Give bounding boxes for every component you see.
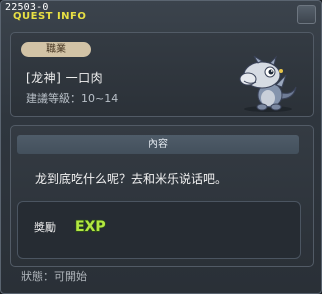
quest-level: 建議等級：10~14	[26, 92, 119, 105]
window-title: QUEST INFO	[13, 11, 87, 22]
exp-label: EXP	[75, 219, 106, 234]
quest-info-window: 22503-0 QUEST INFO 職業 [龙神] 一口肉 建議等級：10~1…	[0, 0, 322, 294]
content-header: 內容	[17, 135, 299, 154]
dragon-npc-portrait	[239, 55, 297, 112]
content-text: 龙到底吃什么呢？去和米乐说话吧。	[35, 172, 228, 186]
quest-status: 狀態：可開始	[21, 270, 87, 283]
reward-box: 獎勵 EXP	[17, 201, 301, 259]
quest-name: [龙神] 一口肉	[26, 71, 104, 85]
reward-label: 獎勵	[34, 221, 56, 234]
exp-reward-icon: EXP	[74, 218, 106, 234]
quest-content-panel: 內容 龙到底吃什么呢？去和米乐说话吧。 獎勵 EXP	[10, 125, 314, 267]
close-icon[interactable]	[297, 5, 316, 24]
job-badge: 職業	[21, 42, 91, 57]
quest-header-panel: 職業 [龙神] 一口肉 建議等級：10~14	[10, 32, 314, 117]
